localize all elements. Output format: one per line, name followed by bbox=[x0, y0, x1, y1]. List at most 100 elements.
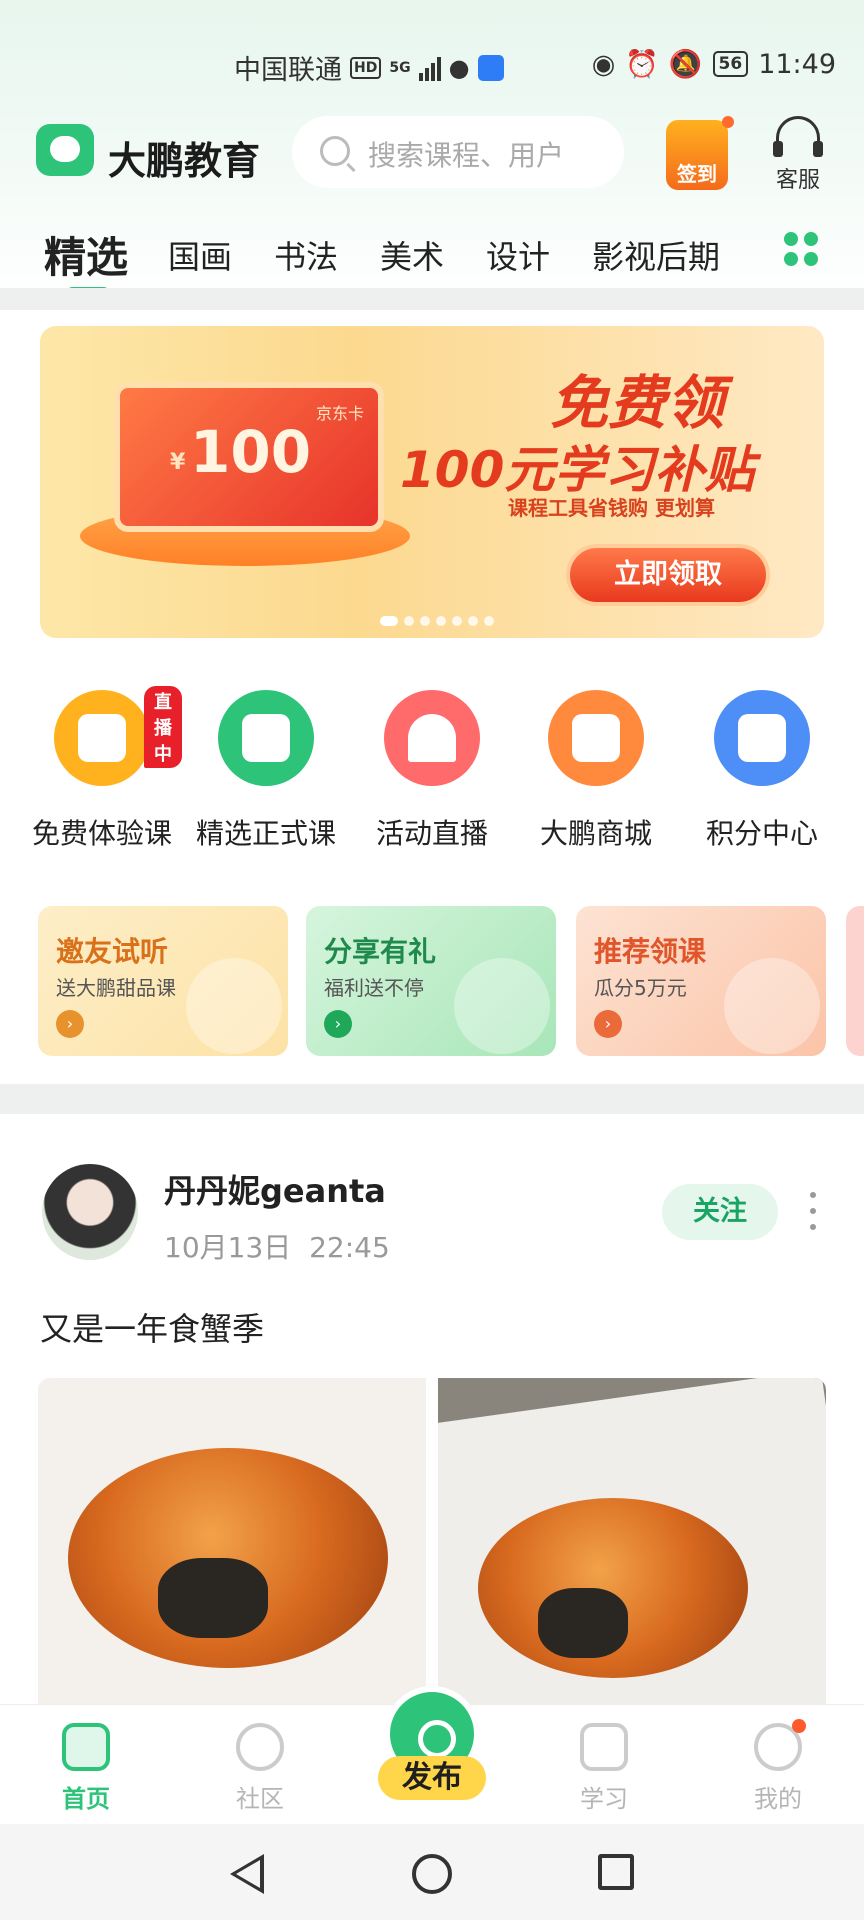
post-date: 10月13日 bbox=[164, 1231, 292, 1264]
wechat-icon: ● bbox=[448, 53, 470, 82]
featured-content: 京东卡 ¥ 100 免费领 100元学习补贴 课程工具省钱购 更划算 立即领取 … bbox=[0, 310, 864, 1084]
promo-title: 邀友试听 bbox=[56, 935, 169, 968]
post-image[interactable] bbox=[38, 1378, 426, 1708]
video-icon bbox=[54, 690, 150, 786]
hd-icon: HD bbox=[350, 56, 382, 79]
quick-label: 免费体验课 bbox=[31, 817, 172, 850]
quick-label: 大鹏商城 bbox=[539, 817, 652, 850]
tab-video-post[interactable]: 影视后期 bbox=[592, 232, 720, 278]
quick-mall[interactable]: 大鹏商城 bbox=[516, 690, 676, 852]
promo-subtitle: 送大鹏甜品课 bbox=[56, 976, 176, 1000]
category-tabs: 精选 国画 书法 美术 设计 影视后期 bbox=[0, 222, 864, 295]
tab-featured[interactable]: 精选 bbox=[44, 224, 128, 295]
alarm-icon: ⏰ bbox=[625, 49, 659, 80]
search-input[interactable]: 搜索课程、用户 bbox=[292, 116, 624, 188]
feed-post: 丹丹妮geanta 10月13日 22:45 关注 又是一年食蟹季 bbox=[0, 1114, 864, 1708]
app-header: 大鹏教育 搜索课程、用户 签到 客服 bbox=[0, 112, 864, 193]
nav-community[interactable]: 社区 bbox=[200, 1723, 320, 1814]
tab-design[interactable]: 设计 bbox=[486, 232, 550, 278]
tab-chinese-painting[interactable]: 国画 bbox=[168, 232, 232, 278]
next-activity-card[interactable] bbox=[846, 906, 864, 1056]
carousel-indicator bbox=[380, 616, 494, 626]
live-badge: 直播中 bbox=[144, 686, 182, 768]
mute-icon: 🔕 bbox=[668, 49, 703, 80]
brand-name: 大鹏教育 bbox=[108, 139, 261, 183]
publish-label: 发布 bbox=[378, 1756, 486, 1800]
yuan-coin-icon bbox=[724, 958, 820, 1054]
notification-dot bbox=[792, 1719, 806, 1733]
recommend-course-card[interactable]: 推荐领课 瓜分5万元 › bbox=[576, 906, 826, 1056]
post-username[interactable]: 丹丹妮geanta bbox=[164, 1166, 386, 1212]
promo-banner[interactable]: 京东卡 ¥ 100 免费领 100元学习补贴 课程工具省钱购 更划算 立即领取 bbox=[40, 326, 824, 638]
quick-live-events[interactable]: 活动直播 bbox=[352, 690, 512, 852]
follow-button[interactable]: 关注 bbox=[662, 1184, 778, 1240]
status-bar: 中国联通 HD 5G ● ◉ ⏰ 🔕 56 11:49 bbox=[0, 44, 864, 87]
quick-free-trial[interactable]: 直播中 免费体验课 bbox=[22, 686, 182, 852]
app-notification-icon bbox=[477, 54, 504, 81]
nav-study[interactable]: 学习 bbox=[544, 1723, 664, 1814]
book-icon bbox=[580, 1723, 628, 1771]
service-label: 客服 bbox=[775, 168, 820, 193]
signin-label: 签到 bbox=[677, 162, 717, 186]
promo-subtitle: 福利送不停 bbox=[324, 976, 424, 1000]
smile-chat-icon bbox=[454, 958, 550, 1054]
fan-icon bbox=[384, 690, 480, 786]
publish-button[interactable]: 发布 bbox=[378, 1686, 486, 1820]
crab-drawing bbox=[68, 1448, 388, 1668]
tab-fine-arts[interactable]: 美术 bbox=[380, 232, 444, 278]
gift-icon bbox=[714, 690, 810, 786]
card-amount: 100 bbox=[190, 418, 312, 486]
arrow-right-icon: › bbox=[324, 1010, 352, 1038]
home-circle-icon[interactable] bbox=[412, 1854, 452, 1894]
signal-icon bbox=[418, 55, 441, 81]
divider bbox=[0, 1084, 864, 1114]
nav-profile[interactable]: 我的 bbox=[718, 1719, 838, 1814]
invite-friends-card[interactable]: 邀友试听 送大鹏甜品课 › bbox=[38, 906, 288, 1056]
quick-points-center[interactable]: 积分中心 bbox=[682, 690, 842, 852]
network-label: 5G bbox=[389, 59, 411, 76]
post-text: 又是一年食蟹季 bbox=[40, 1310, 265, 1348]
divider bbox=[0, 288, 864, 310]
app-logo-icon bbox=[36, 124, 94, 176]
smile-face-icon bbox=[754, 1719, 806, 1771]
nav-label: 社区 bbox=[236, 1785, 284, 1813]
more-options-icon[interactable] bbox=[808, 1192, 818, 1232]
claim-now-button[interactable]: 立即领取 bbox=[566, 544, 770, 606]
customer-service-button[interactable]: 客服 bbox=[768, 112, 828, 193]
headset-icon bbox=[773, 116, 823, 157]
all-categories-icon[interactable] bbox=[784, 232, 820, 268]
search-placeholder: 搜索课程、用户 bbox=[368, 139, 565, 172]
quick-selected-course[interactable]: 精选正式课 bbox=[186, 690, 346, 852]
banner-title: 免费领 bbox=[550, 369, 725, 437]
card-currency: ¥ bbox=[170, 450, 186, 475]
home-icon bbox=[62, 1723, 110, 1771]
post-image[interactable] bbox=[438, 1378, 826, 1708]
planet-icon bbox=[236, 1723, 284, 1771]
avatar[interactable] bbox=[42, 1164, 138, 1260]
post-timestamp: 10月13日 22:45 bbox=[164, 1226, 390, 1266]
crab-drawing bbox=[478, 1498, 748, 1678]
shop-icon bbox=[548, 690, 644, 786]
recent-apps-icon[interactable] bbox=[598, 1854, 634, 1890]
status-right: ◉ ⏰ 🔕 56 11:49 bbox=[591, 48, 836, 81]
quick-label: 活动直播 bbox=[375, 817, 488, 850]
carrier-label: 中国联通 bbox=[234, 55, 342, 86]
promo-title: 分享有礼 bbox=[324, 935, 437, 968]
nav-label: 首页 bbox=[62, 1785, 110, 1813]
status-left: 中国联通 HD 5G ● bbox=[234, 48, 504, 87]
arrow-right-icon: › bbox=[56, 1010, 84, 1038]
post-time: 22:45 bbox=[309, 1231, 390, 1264]
tv-play-icon bbox=[218, 690, 314, 786]
card-label: 京东卡 bbox=[315, 404, 364, 423]
signin-button[interactable]: 签到 bbox=[666, 116, 734, 190]
nav-home[interactable]: 首页 bbox=[26, 1723, 146, 1814]
jd-gift-card: 京东卡 ¥ 100 bbox=[114, 382, 384, 532]
eye-icon: ◉ bbox=[591, 48, 616, 80]
nav-label: 我的 bbox=[754, 1785, 802, 1813]
clock: 11:49 bbox=[758, 48, 836, 80]
share-reward-card[interactable]: 分享有礼 福利送不停 › bbox=[306, 906, 556, 1056]
system-navigation-bar bbox=[0, 1824, 864, 1920]
back-icon[interactable] bbox=[230, 1854, 264, 1894]
quick-label: 积分中心 bbox=[705, 817, 818, 850]
tab-calligraphy[interactable]: 书法 bbox=[274, 232, 338, 278]
